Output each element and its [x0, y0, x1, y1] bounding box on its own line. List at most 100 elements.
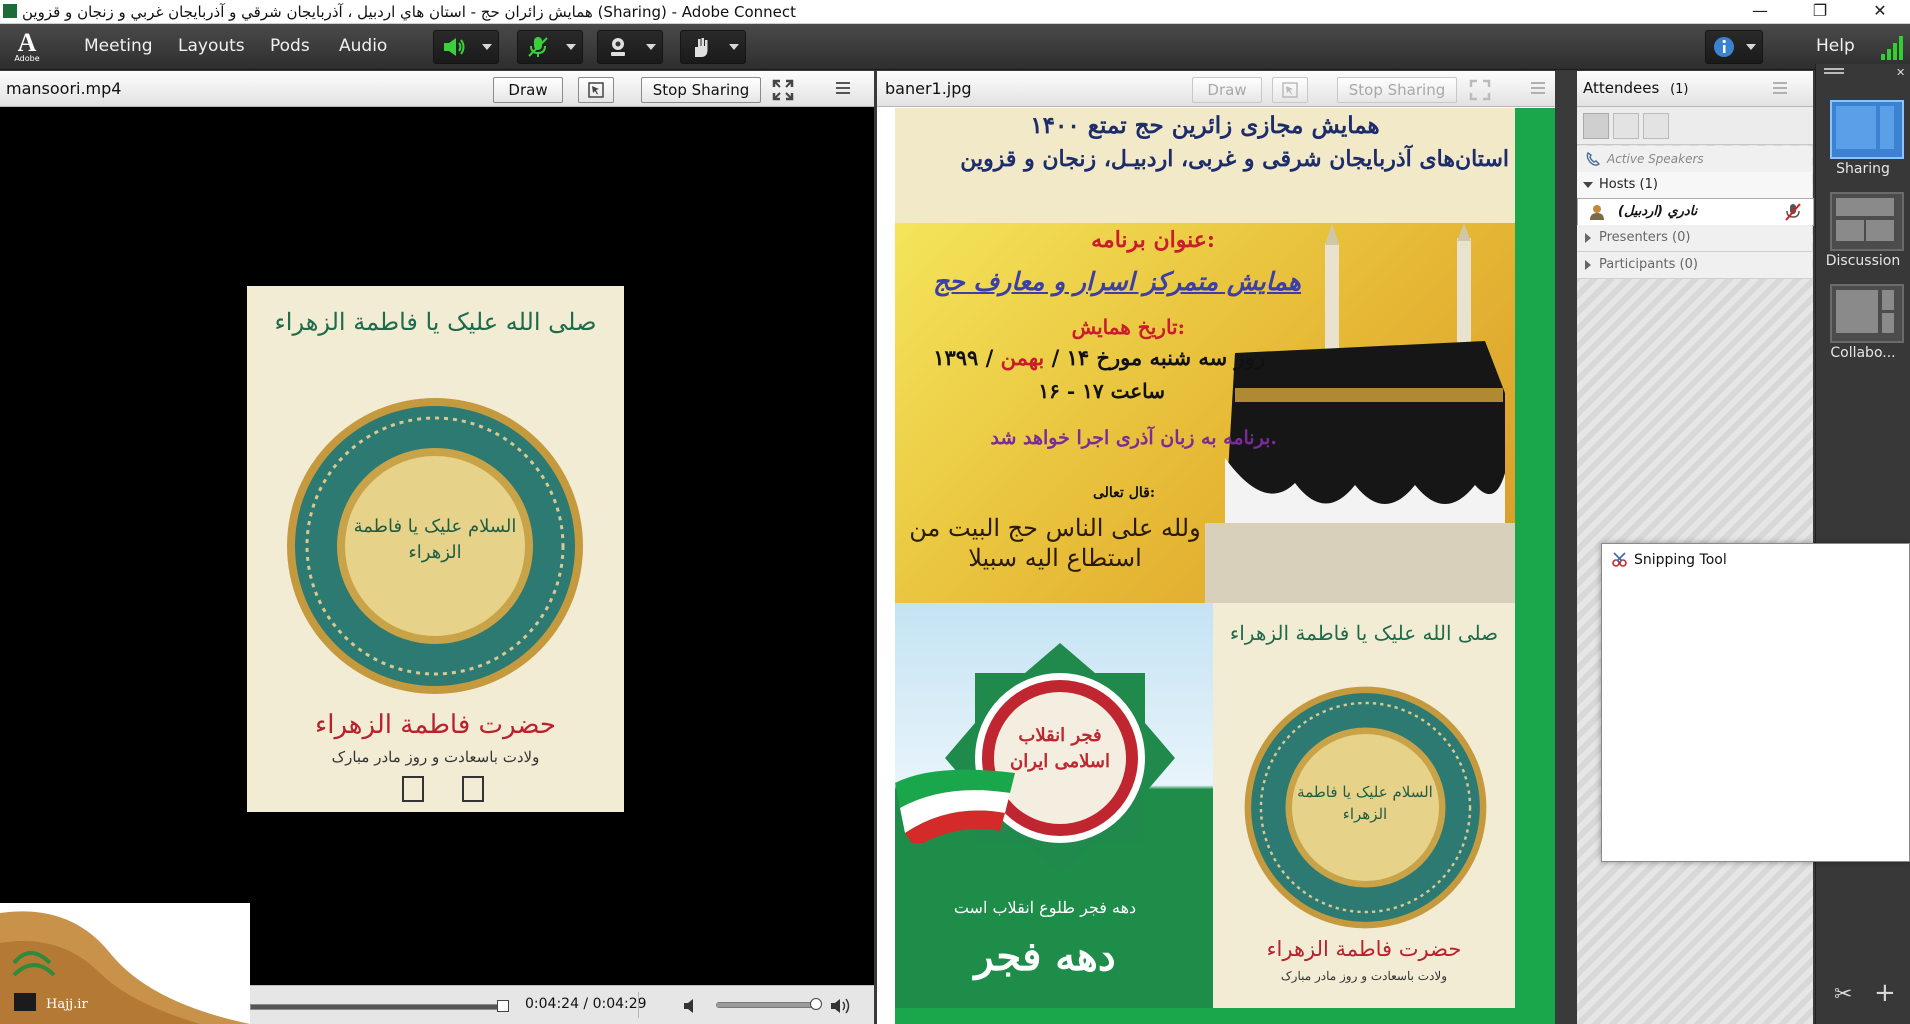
banner-program-title: همایش متمرکز اسرار و معارف حج: [933, 267, 1301, 296]
fullscreen-icon[interactable]: [772, 79, 794, 101]
presenters-label: Presenters (0): [1599, 230, 1691, 245]
signal-strength-icon: [1881, 36, 1903, 60]
grid-view-icon[interactable]: [1613, 113, 1639, 139]
snipping-tool-window[interactable]: Snipping Tool: [1601, 543, 1910, 862]
host-name: نادري (اردبيل): [1618, 204, 1698, 219]
layouts-menu-icon[interactable]: [1824, 68, 1844, 76]
list-view-icon[interactable]: [1583, 113, 1609, 139]
layout-collaboration-label[interactable]: Collabo...: [1808, 345, 1910, 361]
layout-collaboration-thumb[interactable]: [1830, 284, 1904, 343]
banner-quote: ولله علی الناس حج البیت من استطاع الیه س…: [909, 514, 1201, 572]
collapsed-triangle-icon: [1585, 260, 1591, 270]
layout-discussion-thumb[interactable]: [1830, 192, 1904, 251]
minimize-button[interactable]: —: [1730, 0, 1790, 24]
close-button[interactable]: ✕: [1850, 0, 1910, 24]
participants-row[interactable]: Participants (0): [1577, 252, 1812, 279]
menu-pods[interactable]: Pods: [270, 36, 310, 56]
webcam-icon: [611, 38, 625, 56]
speaker-icon: [444, 38, 465, 56]
banner-headline1: همایش مجازی زائرین حج تمتع ۱۴۰۰: [1030, 112, 1380, 139]
close-icon[interactable]: ✕: [1896, 66, 1905, 79]
hosts-label: Hosts (1): [1599, 177, 1658, 192]
layout-discussion-label[interactable]: Discussion: [1808, 253, 1910, 269]
restore-button[interactable]: ❐: [1790, 0, 1850, 24]
zahra-line2: ولادت باسعادت و روز مادر مبارک: [1280, 969, 1448, 983]
chevron-down-icon: [646, 44, 656, 50]
speaker-button[interactable]: [433, 30, 499, 64]
menu-help[interactable]: Help: [1816, 36, 1855, 56]
stop-sharing-button[interactable]: Stop Sharing: [641, 77, 761, 103]
pod-options-icon[interactable]: [836, 82, 856, 96]
delete-layout-icon[interactable]: ✂: [1834, 982, 1852, 1007]
attendees-title: Attendees (1): [1583, 79, 1689, 97]
pointer-tool-button[interactable]: [578, 77, 614, 103]
pod-options-icon[interactable]: [1773, 82, 1793, 96]
host-attendee-row[interactable]: نادري (اردبيل): [1577, 198, 1814, 226]
host-user-icon: [1590, 205, 1604, 220]
volume-high-icon[interactable]: [830, 997, 852, 1015]
banner-date-month: بهمن: [1000, 345, 1045, 370]
banner-quote-intro: قال تعالی:: [1092, 485, 1155, 501]
attendees-count: (1): [1670, 82, 1689, 97]
poster-center-calligraphy: السلام علیک یا فاطمة الزهراء: [353, 516, 517, 563]
divider: [638, 992, 639, 1018]
scissors-icon: [1612, 552, 1627, 567]
banner-kaaba-section: عنوان برنامه: همایش متمرکز اسرار و معارف…: [895, 223, 1515, 603]
participants-label: Participants (0): [1599, 257, 1698, 272]
expanded-triangle-icon: [1583, 182, 1593, 188]
video-progress-fill: [251, 1005, 504, 1009]
stop-sharing-button-disabled: Stop Sharing: [1337, 77, 1457, 103]
app-icon: [3, 4, 17, 18]
volume-low-icon[interactable]: [682, 998, 698, 1014]
draw-button[interactable]: Draw: [493, 77, 563, 103]
webcam-button[interactable]: [597, 30, 663, 64]
volume-slider-handle[interactable]: [810, 998, 822, 1010]
video-controls-bar: 0:04:24 / 0:04:29: [250, 985, 874, 1024]
active-speakers-label: Active Speakers: [1607, 152, 1704, 166]
mic-muted-icon: [1785, 203, 1801, 221]
image-pod-header: baner1.jpg Draw Stop Sharing: [877, 71, 1555, 107]
add-layout-icon[interactable]: +: [1874, 978, 1896, 1008]
banner-date-year: / ۱۳۹۹: [933, 345, 994, 370]
banner-zahra-poster: صلی الله علیک یا فاطمة الزهراء السلام عل…: [1213, 603, 1515, 1008]
chevron-down-icon: [729, 44, 739, 50]
banner-fajr-poster: فجر انقلاب اسلامی ایران دهه فجر طلوع انق…: [895, 603, 1213, 1008]
zahra-top-calligraphy: صلی الله علیک یا فاطمة الزهراء: [1229, 621, 1499, 645]
video-frame-poster: صلی الله علیک یا فاطمة الزهراء السلام عل…: [247, 286, 624, 812]
layout-sharing-thumb[interactable]: [1830, 100, 1904, 159]
video-progress-track[interactable]: [250, 1004, 508, 1010]
pod-options-icon[interactable]: [1531, 82, 1551, 96]
fullscreen-icon: [1469, 79, 1491, 101]
pointer-tool-button-disabled: [1272, 77, 1308, 103]
volume-slider-track[interactable]: [716, 1002, 817, 1008]
chevron-down-icon: [1746, 44, 1756, 50]
banner-header: همایش مجازی زائرین حج تمتع ۱۴۰۰ استان‌ها…: [895, 108, 1515, 223]
watermark-text: Hajj.ir: [46, 997, 88, 1012]
hajj-watermark: Hajj.ir: [0, 903, 250, 1024]
menu-audio[interactable]: Audio: [339, 36, 387, 56]
user-view-icon[interactable]: [1643, 113, 1669, 139]
window-title: همایش زائران حج - استان هاي اردبيل ، آذر…: [22, 3, 797, 21]
zahra-center-calligraphy: السلام علیک یا فاطمة الزهراء: [1297, 783, 1433, 823]
attendees-title-text: Attendees: [1583, 79, 1660, 97]
info-button[interactable]: [1705, 30, 1763, 64]
banner-image: همایش مجازی زائرین حج تمتع ۱۴۰۰ استان‌ها…: [895, 108, 1555, 1024]
window-title-bar: همایش زائران حج - استان هاي اردبيل ، آذر…: [0, 0, 1910, 24]
raise-hand-button[interactable]: [680, 30, 746, 64]
banner-headline2: استان‌های آذربایجان شرقی و غربی، اردبیـل…: [960, 146, 1509, 172]
chevron-down-icon: [482, 44, 492, 50]
iran-flag-ribbon: [895, 769, 1015, 843]
video-progress-handle[interactable]: [497, 1000, 509, 1012]
banner-date-label: تاریخ همایش:: [1071, 315, 1185, 339]
banner-program-label: عنوان برنامه:: [1091, 227, 1215, 253]
poster-top-calligraphy: صلی الله علیک یا فاطمة الزهراء: [274, 308, 597, 336]
attendees-header: Attendees (1): [1577, 71, 1813, 107]
menu-layouts[interactable]: Layouts: [178, 36, 245, 56]
layout-sharing-label[interactable]: Sharing: [1808, 161, 1910, 177]
microphone-button[interactable]: [517, 30, 583, 64]
hosts-row[interactable]: Hosts (1): [1577, 172, 1812, 199]
raise-hand-icon: [695, 38, 708, 57]
microphone-icon: [528, 37, 548, 57]
menu-meeting[interactable]: Meeting: [84, 36, 153, 56]
presenters-row[interactable]: Presenters (0): [1577, 225, 1812, 252]
